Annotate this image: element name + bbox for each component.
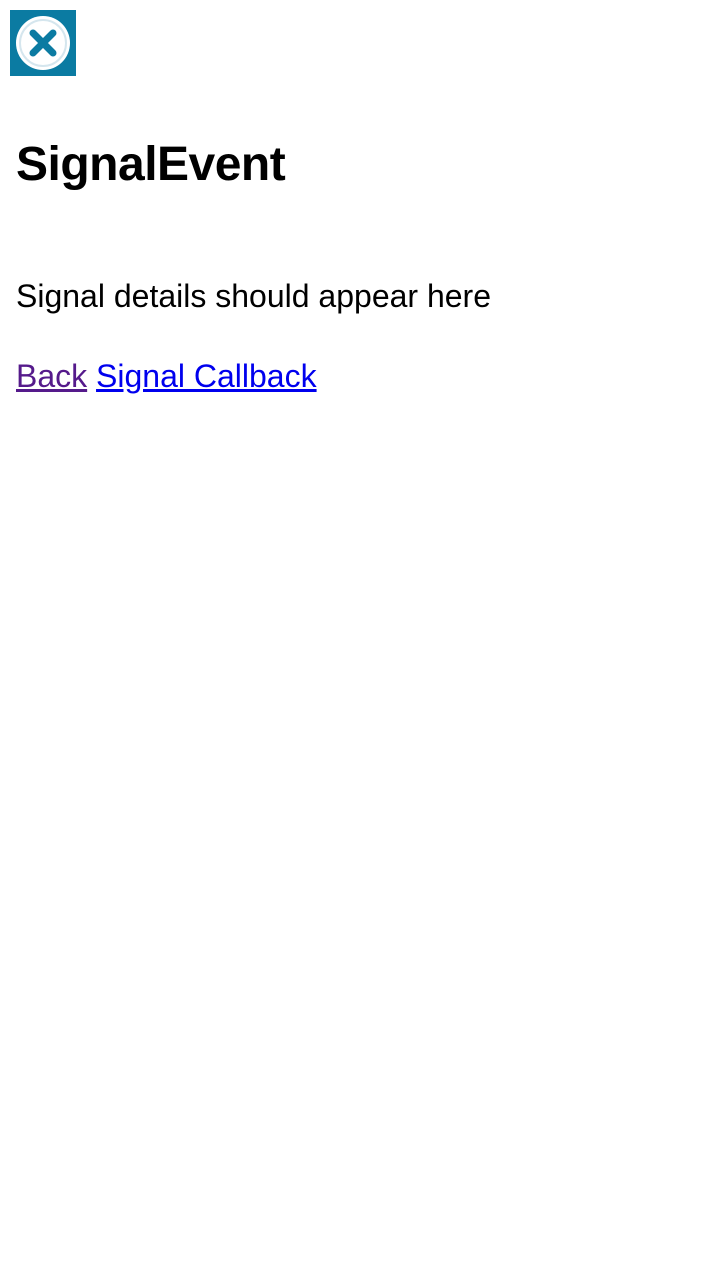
links-row: Back Signal Callback	[16, 356, 317, 396]
back-link[interactable]: Back	[16, 358, 87, 394]
close-circle-icon	[10, 10, 76, 76]
signal-callback-link[interactable]: Signal Callback	[96, 358, 317, 394]
signal-details-text: Signal details should appear here	[16, 278, 491, 314]
close-button[interactable]	[10, 10, 76, 76]
page-title: SignalEvent	[16, 138, 286, 191]
page: SignalEvent Signal details should appear…	[0, 0, 720, 1280]
